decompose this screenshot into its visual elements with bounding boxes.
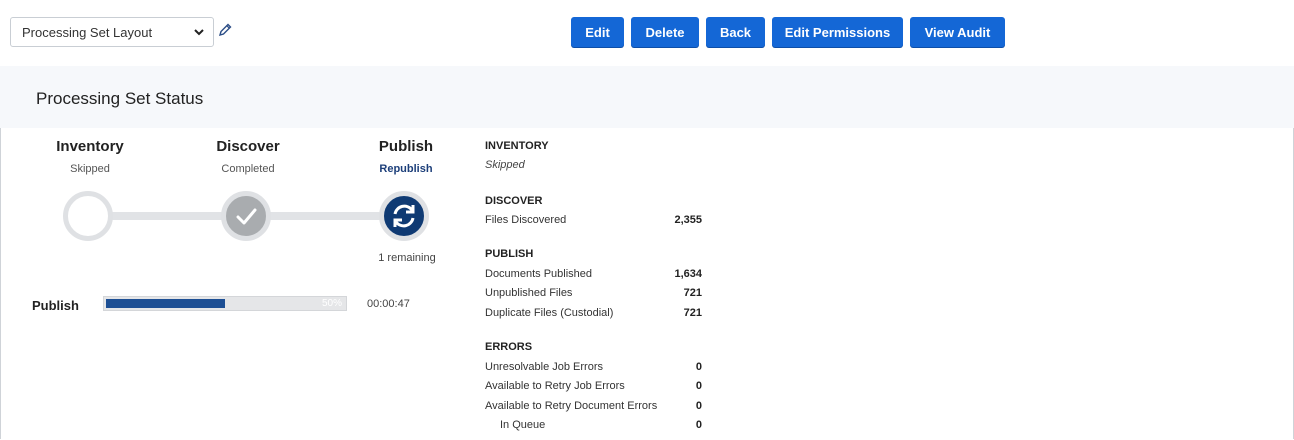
progress-percent: 50%: [321, 298, 342, 309]
step-inventory-title: Inventory: [56, 138, 124, 155]
inventory-status: Skipped: [485, 159, 525, 171]
unpublished-files-value: 721: [683, 287, 702, 299]
in-queue-value: 0: [695, 419, 702, 431]
step-discover-status: Completed: [221, 163, 275, 175]
view-audit-button[interactable]: View Audit: [910, 17, 1005, 47]
files-discovered-value: 2,355: [674, 214, 702, 226]
retry-document-errors-value: 0: [695, 400, 702, 412]
step-publish-title: Publish: [378, 138, 434, 155]
checkmark-icon: [221, 191, 271, 241]
retry-job-errors-value: 0: [695, 380, 702, 392]
unpublished-files-label: Unpublished Files: [485, 287, 573, 299]
layout-select-value: Processing Set Layout: [22, 24, 153, 40]
remaining-count: 1 remaining: [378, 252, 436, 264]
elapsed-time: 00:00:47: [367, 298, 410, 310]
files-discovered-label: Files Discovered: [485, 214, 567, 226]
pencil-icon[interactable]: [217, 22, 233, 38]
progress-bar: 50%: [103, 296, 347, 311]
step-discover-title: Discover: [216, 138, 280, 155]
unresolvable-errors-label: Unresolvable Job Errors: [485, 361, 603, 373]
inventory-heading: INVENTORY: [485, 140, 549, 152]
unresolvable-errors-value: 0: [695, 361, 702, 373]
in-queue-label: In Queue: [500, 419, 546, 431]
chevron-down-icon: [193, 25, 205, 39]
empty-circle-icon: [63, 191, 113, 241]
progress-fill: [106, 299, 225, 308]
duplicate-files-value: 721: [683, 307, 702, 319]
back-button[interactable]: Back: [706, 17, 765, 47]
delete-button[interactable]: Delete: [631, 17, 699, 47]
documents-published-value: 1,634: [674, 268, 702, 280]
progress-label: Publish: [32, 298, 79, 313]
errors-heading: ERRORS: [485, 341, 533, 353]
page-title: Processing Set Status: [36, 89, 204, 108]
edit-permissions-button[interactable]: Edit Permissions: [772, 17, 903, 47]
documents-published-label: Documents Published: [485, 268, 593, 280]
discover-heading: DISCOVER: [485, 195, 543, 207]
toolbar: Processing Set Layout Edit Delete Back E…: [0, 0, 1294, 66]
step-inventory-status: Skipped: [70, 163, 110, 175]
layout-select[interactable]: Processing Set Layout: [10, 17, 214, 47]
refresh-icon: [379, 191, 429, 241]
edit-button[interactable]: Edit: [571, 17, 624, 47]
duplicate-files-label: Duplicate Files (Custodial): [485, 307, 614, 319]
retry-job-errors-label: Available to Retry Job Errors: [485, 380, 625, 392]
republish-link[interactable]: Republish: [336, 163, 476, 175]
publish-heading: PUBLISH: [485, 248, 534, 260]
retry-document-errors-label: Available to Retry Document Errors: [485, 400, 658, 412]
